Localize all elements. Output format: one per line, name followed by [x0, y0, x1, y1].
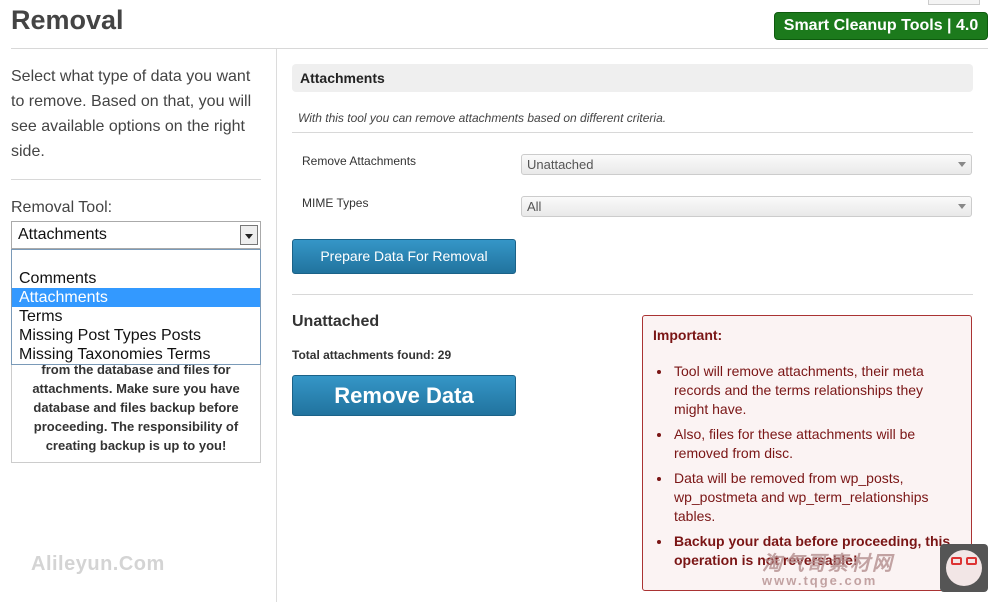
- results-divider: [292, 294, 973, 295]
- title-divider: [11, 48, 988, 49]
- removal-tool-select[interactable]: Attachments: [11, 221, 261, 249]
- description-divider: [292, 132, 973, 133]
- backup-warning-text: from the database and files for attachme…: [32, 362, 240, 453]
- mime-types-value: All: [527, 199, 542, 214]
- result-title: Unattached: [292, 313, 380, 330]
- result-count: Total attachments found: 29: [292, 348, 452, 362]
- panel-title: Attachments: [292, 64, 973, 92]
- panel-description: With this tool you can remove attachment…: [298, 111, 667, 125]
- watermark-cn-text: 淘气哥素材网: [762, 553, 894, 575]
- removal-tool-dropdown[interactable]: Comments Attachments Terms Missing Post …: [11, 249, 261, 365]
- logo-glasses-right: [966, 557, 977, 565]
- option-comments[interactable]: Comments: [12, 269, 260, 288]
- sidebar-divider: [11, 179, 261, 180]
- caret-down-icon: [958, 162, 966, 167]
- removal-tool-selected: Attachments: [18, 226, 107, 243]
- remove-attachments-label: Remove Attachments: [302, 154, 417, 168]
- remove-attachments-value: Unattached: [527, 157, 594, 172]
- version-badge: Smart Cleanup Tools | 4.0: [774, 12, 988, 40]
- column-divider: [276, 49, 277, 602]
- logo-glasses-left: [951, 557, 962, 565]
- removal-tool-label: Removal Tool:: [11, 199, 113, 216]
- watermark-url-text: www.tqge.com: [762, 573, 878, 588]
- chevron-down-icon[interactable]: [240, 225, 258, 245]
- watermark-left: Alileyun.Com: [31, 553, 165, 575]
- logo-face: [946, 550, 982, 586]
- mime-types-select[interactable]: All: [521, 196, 972, 217]
- important-item: Data will be removed from wp_posts, wp_p…: [653, 469, 961, 526]
- important-item: Also, files for these attachments will b…: [653, 425, 961, 463]
- remove-data-button[interactable]: Remove Data: [292, 375, 516, 416]
- important-item: Tool will remove attachments, their meta…: [653, 362, 961, 419]
- option-missing-post-types[interactable]: Missing Post Types Posts: [12, 326, 260, 345]
- option-attachments[interactable]: Attachments: [12, 288, 260, 307]
- important-list: Tool will remove attachments, their meta…: [653, 362, 961, 570]
- page-title: Removal: [11, 5, 124, 35]
- watermark-right: 淘气哥素材网 www.tqge.com: [762, 547, 894, 588]
- mime-types-label: MIME Types: [302, 196, 369, 210]
- caret-down-icon: [958, 204, 966, 209]
- top-button-stub[interactable]: [928, 0, 980, 5]
- remove-attachments-select[interactable]: Unattached: [521, 154, 972, 175]
- prepare-data-button[interactable]: Prepare Data For Removal: [292, 239, 516, 274]
- backup-warning-box: from the database and files for attachme…: [11, 351, 261, 463]
- intro-text: Select what type of data you want to rem…: [11, 68, 252, 160]
- option-missing-taxonomies[interactable]: Missing Taxonomies Terms: [12, 345, 260, 364]
- watermark-logo-icon: [940, 544, 988, 592]
- important-title: Important:: [653, 327, 723, 343]
- option-terms[interactable]: Terms: [12, 307, 260, 326]
